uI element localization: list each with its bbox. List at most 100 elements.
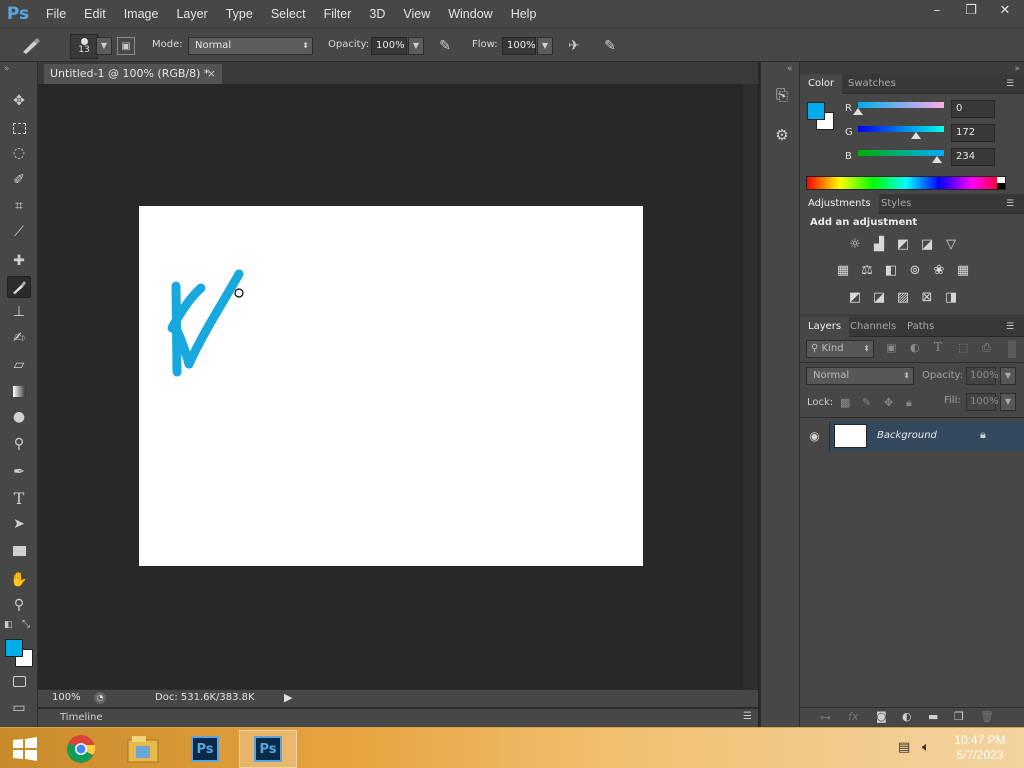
pressure-size-icon[interactable]: ✎	[600, 37, 620, 55]
tab-styles[interactable]: Styles	[873, 194, 919, 214]
zoom-tool-icon[interactable]: ⚲	[7, 594, 31, 616]
g-slider-track[interactable]	[858, 126, 944, 132]
lock-transparency-icon[interactable]: ▩	[840, 396, 850, 409]
r-input[interactable]: 0	[951, 100, 995, 118]
black-white-icon[interactable]: ◧	[882, 262, 900, 278]
tab-channels[interactable]: Channels	[842, 317, 904, 337]
lock-all-icon[interactable]: 🔒︎	[906, 396, 912, 410]
status-icon[interactable]: ◔	[94, 692, 106, 704]
menu-type[interactable]: Type	[217, 0, 262, 28]
layer-blend-mode-dropdown[interactable]: Normal ⬍	[806, 367, 914, 385]
history-brush-tool-icon[interactable]: ✍	[7, 327, 31, 349]
gradient-tool-icon[interactable]	[7, 380, 31, 402]
flow-input[interactable]: 100%	[502, 37, 536, 55]
properties-panel-icon[interactable]: ⚙	[771, 126, 793, 148]
menu-image[interactable]: Image	[115, 0, 168, 28]
mode-dropdown[interactable]: Normal ⬍	[188, 37, 313, 55]
eyedropper-tool-icon[interactable]: ⟋	[7, 221, 31, 243]
path-selection-tool-icon[interactable]: ➤	[7, 513, 31, 535]
r-slider-thumb[interactable]	[853, 108, 863, 115]
move-tool-icon[interactable]: ✥	[7, 90, 31, 112]
hand-tool-icon[interactable]: ✋	[7, 569, 31, 591]
lock-image-icon[interactable]: ✎	[862, 396, 871, 409]
default-colors-icon[interactable]: ◧	[4, 620, 13, 630]
brush-tool-icon[interactable]	[7, 276, 31, 298]
filter-shape-icon[interactable]: ⬚	[958, 341, 968, 354]
color-panel-menu-icon[interactable]: ☰	[1006, 79, 1018, 89]
menu-view[interactable]: View	[394, 0, 439, 28]
timeline-menu-icon[interactable]: ☰	[743, 711, 752, 722]
flow-dropdown-arrow[interactable]: ▼	[537, 37, 553, 55]
layer-row-background[interactable]: ◉ Background 🔒︎	[800, 421, 1024, 451]
selective-color-icon[interactable]: ◨	[942, 289, 960, 305]
photoshop-icon[interactable]: Ps	[239, 730, 297, 768]
rectangle-tool-icon[interactable]	[7, 540, 31, 562]
b-input[interactable]: 234	[951, 148, 995, 166]
filter-type-icon[interactable]: T	[934, 340, 942, 354]
dodge-tool-icon[interactable]: ⚲	[7, 433, 31, 455]
layer-filter-kind-dropdown[interactable]: ⚲ Kind ⬍	[806, 340, 874, 358]
invert-icon[interactable]: ◩	[846, 289, 864, 305]
exposure-icon[interactable]: ◪	[918, 236, 936, 252]
pen-tool-icon[interactable]: ✒	[7, 461, 31, 483]
menu-select[interactable]: Select	[262, 0, 315, 28]
lasso-tool-icon[interactable]: ◌	[7, 142, 31, 164]
blur-tool-icon[interactable]: ●	[7, 406, 31, 428]
eraser-tool-icon[interactable]: ▱	[7, 354, 31, 376]
filter-toggle[interactable]	[1008, 340, 1016, 358]
color-spectrum-ramp[interactable]	[806, 176, 1006, 190]
tab-adjustments[interactable]: Adjustments	[800, 194, 879, 214]
layer-opacity-input[interactable]: 100%	[966, 367, 999, 385]
volume-muted-icon[interactable]: 🔈︎	[922, 740, 930, 755]
lock-position-icon[interactable]: ✥	[884, 396, 893, 409]
link-layers-icon[interactable]: ⊶	[820, 711, 831, 724]
menu-filter[interactable]: Filter	[315, 0, 361, 28]
pressure-opacity-icon[interactable]: ✎	[435, 37, 455, 55]
network-icon[interactable]: ▤	[898, 740, 910, 755]
type-tool-icon[interactable]: T	[7, 487, 31, 509]
g-input[interactable]: 172	[951, 124, 995, 142]
color-lookup-icon[interactable]: ▦	[954, 262, 972, 278]
collapse-panels-icon[interactable]: »	[1014, 64, 1020, 74]
opacity-input[interactable]: 100%	[371, 37, 407, 55]
layers-panel-menu-icon[interactable]: ☰	[1006, 322, 1018, 332]
menu-window[interactable]: Window	[439, 0, 501, 28]
foreground-color-chip[interactable]	[807, 102, 825, 120]
crop-tool-icon[interactable]: ⌗	[7, 195, 31, 217]
curves-icon[interactable]: ◩	[894, 236, 912, 252]
r-slider-track[interactable]	[858, 102, 944, 108]
layer-style-fx-icon[interactable]: fx	[848, 710, 858, 723]
close-document-icon[interactable]: ×	[207, 64, 216, 84]
expand-dock-icon[interactable]: «	[787, 64, 793, 74]
new-layer-icon[interactable]: ❐	[954, 710, 964, 723]
screen-mode-icon[interactable]: ▭	[7, 697, 31, 719]
brush-picker-arrow[interactable]: ▼	[96, 37, 112, 55]
document-tab[interactable]: Untitled-1 @ 100% (RGB/8) * ×	[44, 64, 222, 84]
vertical-scrollbar[interactable]	[743, 84, 757, 689]
quick-mask-icon[interactable]	[7, 670, 31, 692]
fill-arrow[interactable]: ▼	[1000, 393, 1016, 411]
posterize-icon[interactable]: ◪	[870, 289, 888, 305]
opacity-dropdown-arrow[interactable]: ▼	[408, 37, 424, 55]
brightness-contrast-icon[interactable]: ☼	[846, 236, 864, 252]
restore-button[interactable]: ❐	[956, 0, 986, 20]
brush-tool-preset-icon[interactable]	[18, 36, 44, 56]
healing-brush-tool-icon[interactable]: ✚	[7, 250, 31, 272]
status-menu-arrow-icon[interactable]: ▶	[284, 691, 292, 704]
zoom-level[interactable]: 100%	[52, 692, 81, 703]
timeline-label[interactable]: Timeline	[60, 712, 103, 723]
marquee-tool-icon[interactable]	[7, 117, 31, 139]
menu-edit[interactable]: Edit	[75, 0, 115, 28]
gradient-map-icon[interactable]: ⊠	[918, 289, 936, 305]
new-group-icon[interactable]: ▬	[928, 710, 938, 723]
clone-stamp-tool-icon[interactable]: ⊥	[7, 301, 31, 323]
hue-saturation-icon[interactable]: ▦	[834, 262, 852, 278]
filter-adjustment-icon[interactable]: ◐	[910, 341, 920, 354]
history-panel-icon[interactable]: ⎘	[771, 86, 793, 108]
new-adjustment-layer-icon[interactable]: ◐	[902, 710, 912, 723]
file-explorer-icon[interactable]	[118, 730, 168, 768]
canvas[interactable]	[139, 206, 643, 566]
threshold-icon[interactable]: ▨	[894, 289, 912, 305]
close-button[interactable]: ✕	[990, 0, 1020, 20]
photoshop-icon[interactable]: Ps	[180, 730, 230, 768]
